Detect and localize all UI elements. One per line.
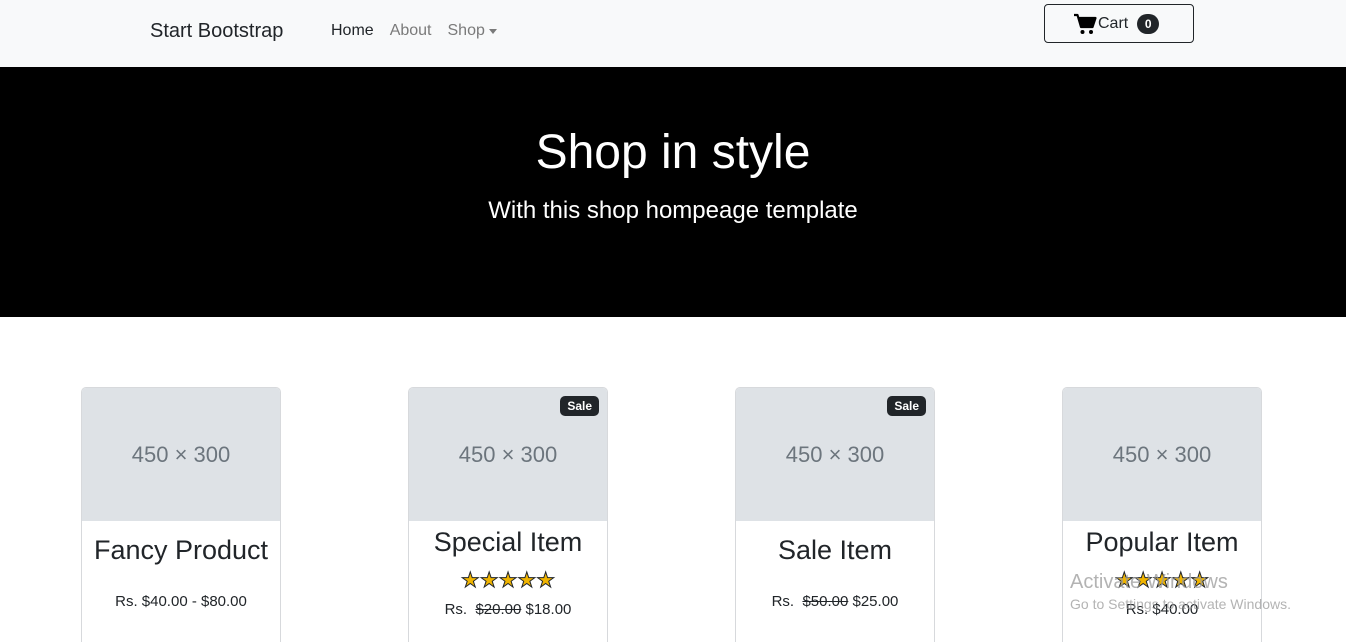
nav-home-link[interactable]: Home bbox=[331, 22, 374, 40]
product-card-special-item[interactable]: 450 × 300 Sale Special Item ★★★★★ Rs. $2… bbox=[408, 387, 608, 642]
product-name: Popular Item bbox=[1085, 527, 1239, 557]
cart-label: Cart bbox=[1098, 14, 1129, 32]
cart-count-badge: 0 bbox=[1137, 13, 1160, 34]
product-name: Fancy Product bbox=[93, 535, 269, 565]
nav-shop-label: Shop bbox=[447, 22, 485, 39]
cart-button[interactable]: Cart 0 bbox=[1044, 4, 1194, 43]
product-price: Rs. $40.00 bbox=[1125, 601, 1199, 618]
product-name: Special Item bbox=[433, 527, 583, 557]
star-icon: ★ bbox=[1190, 569, 1210, 593]
star-icon: ★ bbox=[1152, 569, 1172, 593]
product-image-placeholder: 450 × 300 bbox=[1063, 388, 1261, 521]
product-card-popular-item[interactable]: 450 × 300 Popular Item ★★★★★ Rs. $40.00 bbox=[1062, 387, 1262, 642]
hero-title: Shop in style bbox=[535, 126, 811, 179]
product-price: Rs. $40.00 - $80.00 bbox=[115, 593, 247, 610]
star-icon: ★ bbox=[498, 569, 518, 593]
hero-subtitle: With this shop hompeage template bbox=[488, 197, 858, 224]
star-icon: ★ bbox=[1171, 569, 1191, 593]
new-price: $25.00 bbox=[852, 593, 899, 610]
product-price: Rs. $20.00 $18.00 bbox=[409, 601, 607, 618]
star-icon: ★ bbox=[460, 569, 480, 593]
product-card-fancy-product[interactable]: 450 × 300 Fancy Product Rs. $40.00 - $80… bbox=[81, 387, 281, 642]
star-icon: ★ bbox=[479, 569, 499, 593]
product-price: Rs. $50.00 $25.00 bbox=[736, 593, 934, 610]
old-price: $20.00 bbox=[475, 601, 522, 618]
star-icon: ★ bbox=[517, 569, 537, 593]
product-card-sale-item[interactable]: 450 × 300 Sale Sale Item Rs. $50.00 $25.… bbox=[735, 387, 935, 642]
star-rating: ★★★★★ bbox=[1063, 568, 1261, 593]
nav-shop-dropdown[interactable]: Shop bbox=[448, 22, 497, 40]
price-prefix: Rs. bbox=[771, 593, 795, 610]
nav-links: Home About Shop bbox=[331, 22, 513, 40]
product-name: Sale Item bbox=[777, 535, 893, 565]
sale-badge: Sale bbox=[887, 396, 926, 416]
sale-badge: Sale bbox=[560, 396, 599, 416]
brand-link[interactable]: Start Bootstrap bbox=[150, 20, 283, 43]
star-rating: ★★★★★ bbox=[409, 568, 607, 593]
star-icon: ★ bbox=[1133, 569, 1153, 593]
old-price: $50.00 bbox=[802, 593, 849, 610]
product-image-placeholder: 450 × 300 bbox=[82, 388, 280, 521]
new-price: $18.00 bbox=[525, 601, 572, 618]
star-icon: ★ bbox=[1114, 569, 1134, 593]
hero-header: Shop in style With this shop hompeage te… bbox=[0, 67, 1346, 317]
price-prefix: Rs. bbox=[444, 601, 468, 618]
nav-about-link[interactable]: About bbox=[390, 22, 432, 40]
star-icon: ★ bbox=[536, 569, 556, 593]
chevron-down-icon bbox=[488, 28, 497, 34]
cart-icon bbox=[1074, 13, 1097, 34]
navbar: Start Bootstrap Home About Shop Cart 0 bbox=[0, 0, 1346, 67]
